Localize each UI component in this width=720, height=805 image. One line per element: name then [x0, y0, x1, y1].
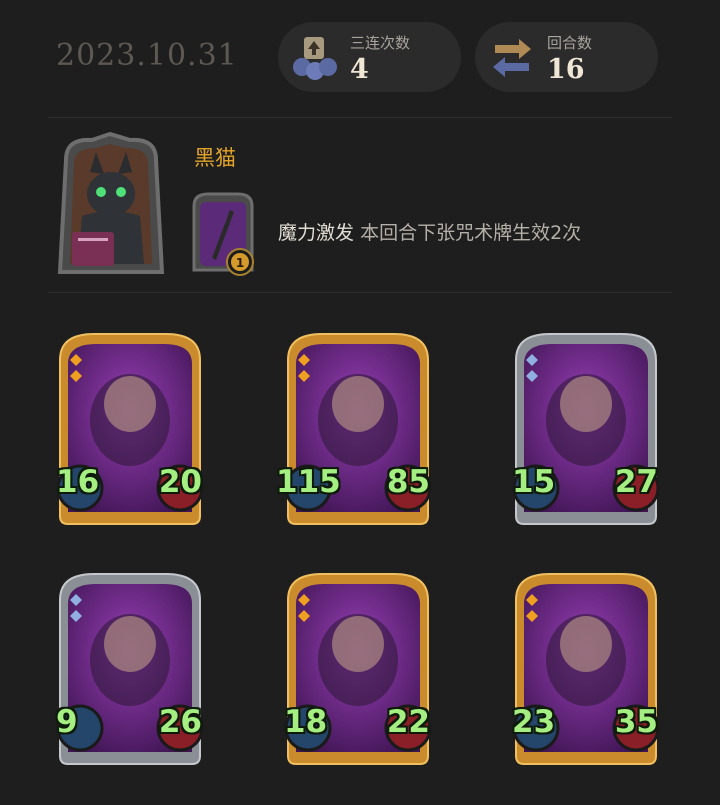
skill-effect-text: 本回合下张咒术牌生效2次: [360, 222, 582, 244]
attack-value: 15: [512, 464, 556, 500]
skill-keyword: 魔力激发: [278, 222, 355, 244]
triple-count-stat: 三连次数 4: [278, 22, 461, 92]
leaf-girl-card[interactable]: 115 85: [276, 330, 434, 526]
attack-value: 23: [512, 704, 556, 740]
health-value: 85: [386, 464, 430, 500]
witch-card[interactable]: 15 27: [510, 330, 662, 526]
divider-top: [48, 117, 672, 118]
scarecrow-card-gold[interactable]: 18 22: [282, 570, 434, 766]
triple-count-label: 三连次数: [350, 34, 411, 52]
skill-description: 魔力激发 本回合下张咒术牌生效2次: [278, 218, 581, 245]
spell-skill-icon[interactable]: 1: [190, 190, 258, 278]
attack-value: 9: [56, 704, 78, 740]
health-value: 27: [614, 464, 658, 500]
triple-merge-icon: [293, 37, 337, 80]
health-value: 26: [158, 704, 202, 740]
scarecrow-card-silver[interactable]: 9 26: [54, 570, 206, 766]
octopus-captain-card[interactable]: 23 35: [510, 570, 662, 766]
archer-card[interactable]: 16 20: [54, 330, 206, 526]
attack-value: 16: [56, 464, 100, 500]
health-value: 22: [386, 704, 430, 740]
turn-count-label: 回合数: [547, 34, 593, 52]
turn-count-value: 16: [547, 54, 585, 85]
health-value: 20: [158, 464, 202, 500]
hero-name: 黑猫: [194, 146, 236, 170]
turn-cycle-icon: [493, 39, 531, 77]
health-value: 35: [614, 704, 658, 740]
triple-count-value: 4: [350, 54, 369, 85]
date-label: 2023.10.31: [56, 38, 238, 73]
divider-mid: [48, 292, 672, 293]
attack-value: 115: [276, 464, 341, 500]
turn-count-stat: 回合数 16: [475, 22, 658, 92]
attack-value: 18: [284, 704, 328, 740]
skill-badge: 1: [236, 256, 244, 270]
black-cat-hero-portrait[interactable]: [52, 132, 170, 280]
